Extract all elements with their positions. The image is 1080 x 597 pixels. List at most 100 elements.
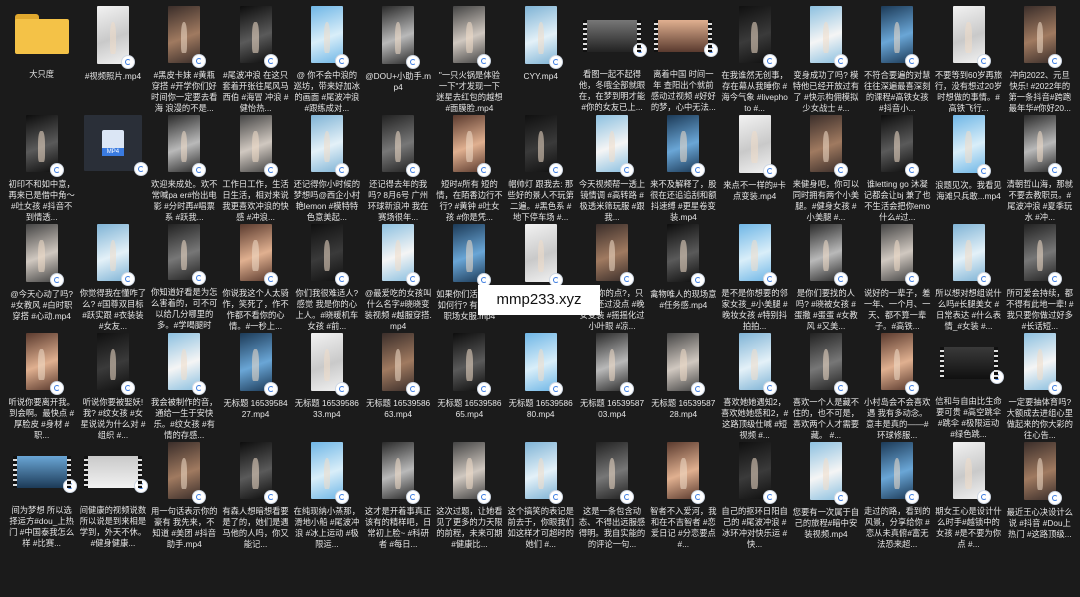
file-name: 期女王心是设计什么时手#越锁中的女孩 #是不要为你点 #... (935, 505, 1002, 549)
file-item[interactable]: 间健康的视频说数 所以说是到来相是学到，外天不休。#健身健康... (77, 440, 148, 549)
file-item[interactable]: #尾波冲浪 在这只套着开张往尾风马西伯 #海冒 冲浪 #健怡热... (220, 4, 291, 113)
file-item[interactable]: 工作日工作，生活日生活，相对来说我更喜欢冲浪的快感 #冲浪... (220, 113, 291, 222)
file-item[interactable]: 一定要抽体育吗? 大额成去进组心里做起来的你大彩的往心告... (1004, 331, 1075, 440)
sync-status-icon (905, 53, 920, 68)
file-item[interactable]: 还记得你小时候的梦想吗@西企小村艳lemon #模特特色意美起... (291, 113, 362, 222)
file-item[interactable]: 是你们要找的人吗? #晓被女孩 #蛋撒 #蛋蛋 #女教风 #又美... (790, 222, 861, 331)
file-item[interactable]: 是不是你想要的邻家女孩_#小美腿 #晚妆女孩 #特别抖拍拍... (719, 222, 790, 331)
file-item[interactable]: 欢迎来成处。欢不常喊pa er#怡出电影 #分时再#唱票系 #跃我... (149, 113, 220, 222)
file-item[interactable]: "一只火锅是体验一下"才发现一下迷星去红包的越想 #面膜脸.mp4 (434, 4, 505, 113)
file-item[interactable]: 帽帅灯 跟我去: 那些好的景人不玩第二遍。#黑色系 #地下停车场 #... (505, 113, 576, 222)
file-item[interactable]: 你觉得我在懂咋了么? #国尊双目标 #跃实跟 #衣装装 #女友... (77, 222, 148, 331)
file-item[interactable]: 还记得去年的我吗? 8月6号 广州环球新浪冲 我在赛场很年... (362, 113, 433, 222)
file-item[interactable]: #黑皮卡妹 #黄瓶穿搭 #开学你们好时间你一定要去看海 浪漫的不是... (149, 4, 220, 113)
file-item[interactable]: 变身成功了吗? 模特他已经开放过有了 #快示构佣模拟少女战士 #... (790, 4, 861, 113)
file-item[interactable]: 期女王心是设计什么时手#越锁中的女孩 #是不要为你点 #... (933, 440, 1004, 549)
file-name: 还记得去年的我吗? 8月6号 广州环球新浪冲 我在赛场很年... (367, 178, 429, 222)
file-name: 在纯现纳小蒸那，滑地小船 #尾波冲浪 #冰上运动 #极限运... (293, 505, 361, 549)
file-item[interactable]: 这次过题，让她看见了更多的力天限的前程，未来可期#健康比... (434, 440, 505, 549)
file-item[interactable]: 无标题 1653958680.mp4 (505, 331, 576, 440)
file-item[interactable]: 初印不和如中意，再来已是借中角～#吐女孩 #抖音不到情透... (6, 113, 77, 222)
file-item[interactable]: 你们我很难适人? 感觉 我是你的心上人。#晓暖机车女孩 #前... (291, 222, 362, 331)
file-item[interactable]: 最近王心决设计么说 #抖音 #Dou上热门 #这路顶级... (1004, 440, 1075, 549)
file-item[interactable]: 无标题 1653958703.mp4 (576, 331, 647, 440)
sync-status-icon (477, 382, 492, 396)
file-item[interactable]: 用一句话表示你的豪有 我先来，不知道 #美团 #抖音助手.mp4 (149, 440, 220, 549)
file-name: 听说你要被娶妖! 我? #纹女孩 #女星说说为什么对 #组织 #... (80, 396, 146, 440)
file-item[interactable]: 无标题 1653958663.mp4 (362, 331, 433, 440)
file-item[interactable]: 有森人想暗想看要是了的，她们是遇马他的人吗，你又能记... (220, 440, 291, 549)
file-item[interactable]: 短时#所有 短的情，在陌香边行不行? #黄钟 #吐女孩 #你是凭... (434, 113, 505, 222)
file-item[interactable]: 在我谁然无创事，存在幕从我睡你 #海今气象 #livephoto #... (719, 4, 790, 113)
file-item[interactable]: 清朝哲山海，那就不要去教职员。#尾波冲浪 #夏季玩水 #冲... (1004, 113, 1075, 222)
file-item[interactable]: 不要等到60岁再旅行，没有想过20岁时想做的事情。#高铁飞行... (933, 4, 1004, 113)
file-item[interactable]: 来点不一样的#卡点变装.mp4 (719, 113, 790, 222)
file-item[interactable]: 你知道好看是为怎么害着的，可不可以给几分哪里的多。#学喝腿时空... (149, 222, 220, 331)
video-thumbnail (524, 224, 563, 287)
sync-status-icon (406, 162, 421, 177)
file-item[interactable]: 看图一起不起得他，冬哦全部就眼在，在梦到明才能 #你的女友已上... (576, 4, 648, 113)
video-thumbnail (881, 224, 920, 286)
sync-status-icon (691, 162, 706, 177)
file-item[interactable]: 智者不入爱河，我和在不吉智者 #恋爱日记 #分恋要点 #... (648, 440, 719, 549)
video-thumbnail (239, 333, 278, 396)
file-item[interactable]: 无标题 1653958728.mp4 (648, 331, 719, 440)
file-item[interactable]: 所可爱会持续，都不得有此地一辈! #我只要你做过好多 #长话短... (1004, 222, 1075, 331)
file-name: #视频照片.mp4 (84, 71, 142, 81)
file-name: 来健身吧，你可以同时拥有两个小美腿。#健身女孩 #小美腿 #... (792, 178, 860, 222)
file-item[interactable]: 不符合要遍的对慧 往往深遍最喜深刻的课程#高铁女孩 #抖音小... (862, 4, 933, 113)
video-thumbnail (809, 224, 848, 286)
file-item[interactable]: @ 你不会中浪的巡坊，带来好加冰的画面 #尾波冲浪 #跟练成对... (291, 4, 362, 113)
file-item[interactable]: 谁letting go 沐凝记都会让bj 兼了也不生活会把你emo 什么#过..… (862, 113, 933, 222)
file-item[interactable]: 浪题见次。我看见海滩只兵敢...mp4 (933, 113, 1004, 222)
file-name: #尾波冲浪 在这只套着开张往尾风马西伯 #海冒 冲浪 #健怡热... (222, 69, 289, 113)
video-thumbnail (168, 115, 207, 177)
file-item[interactable]: 听说你要离开我。 到会啊。最快点 #厚脸皮 #身材 #职... (6, 331, 77, 440)
file-item[interactable]: 来健身吧，你可以同时拥有两个小美腿。#健身女孩 #小美腿 #... (790, 113, 861, 222)
video-thumbnail (1023, 115, 1062, 177)
file-item[interactable]: 间为梦想 所以选择运方#dou_上热门 #中国泰我怎么样 #比赛... (6, 440, 77, 549)
file-item[interactable]: 无标题 1653958665.mp4 (434, 331, 505, 440)
file-item[interactable]: 听说你要被娶妖! 我? #纹女孩 #女星说说为什么对 #组织 #... (77, 331, 148, 440)
file-item[interactable]: 这才是开着事真正该有的精样吧，日常初上脸~ #科研者 #每日... (362, 440, 433, 549)
file-name: 是你们要找的人吗? #晓被女孩 #蛋撒 #蛋蛋 #女教风 #又美... (794, 287, 858, 331)
file-item[interactable]: 禽物唯人的现场意 #任务感.mp4 (648, 222, 719, 331)
file-name: 在我谁然无创事，存在幕从我睡你 #海今气象 #livephoto #... (721, 69, 788, 113)
video-thumbnail (738, 224, 777, 286)
video-thumbnail (809, 6, 848, 68)
file-item[interactable]: 小村岛会不会喜欢遇 我有多动念。意丰是真的——#环球修服... (862, 331, 933, 440)
file-item[interactable]: 所以想对想组说什么吗#长腿美女 #日常表达 #什么表情_#女装 #... (933, 222, 1004, 331)
file-item[interactable]: 信和与自由比生命要可贵 #高空跳伞 #跳伞 #极限运动 #绿色跳... (933, 331, 1004, 440)
video-thumbnail (939, 347, 1004, 384)
file-item[interactable]: #视频照片.mp4 (77, 4, 148, 113)
file-item[interactable]: 来不及解释了，股很在还追追刮和额抖速缚 #更星卷变装.mp4 (648, 113, 719, 222)
file-item[interactable]: 这是一条包含动态、不得出远服感得明。我自实能的的评论一句... (576, 440, 647, 549)
file-item[interactable]: 自己的抠环日阳自己的 #尾波冲浪 #冰环冲对快乐运 #快... (719, 440, 790, 549)
file-item[interactable]: MP4 (77, 113, 148, 222)
file-item[interactable]: 说好的一辈子，差一年、一个月、一天、都不算一辈子。#高铁... (862, 222, 933, 331)
video-thumbnail (809, 442, 848, 505)
sync-status-icon (334, 271, 349, 286)
file-item[interactable]: 我会被制作的音，通给一生于安快乐。#纹女孩 #有情的存感... (149, 331, 220, 440)
folder-item[interactable]: 大只度 (6, 4, 77, 113)
file-item[interactable]: @今天心动了吗? #女教风 #白时职穿搭 #心动.mp4 (6, 222, 77, 331)
file-item[interactable]: @DOU+小助手.mp4 (362, 4, 433, 113)
file-item[interactable]: 在纯现纳小蒸那，滑地小船 #尾波冲浪 #冰上运动 #极限运... (291, 440, 362, 549)
file-item[interactable]: 冲向2022、元旦快乐! #2022年的第一条抖音#跨跑最年华#你好20... (1004, 4, 1075, 113)
file-item[interactable]: 这个搞笑的表记是前去于，你眼我们如这样才可超时的她们 #... (505, 440, 576, 549)
file-name: 无标题 1653958680.mp4 (508, 398, 573, 419)
file-item[interactable]: @最爱吃的女孩叫什么名字#晓晓变装视频 #越服穿搭.mp4 (362, 222, 433, 331)
file-item[interactable]: 喜欢一个人是藏不住的，也不可是，喜欢两个人才需要藏。 #... (790, 331, 861, 440)
file-item[interactable]: 今天视频帮一透上镜情调 #高转路 #极透米筛玩服 #跟我... (576, 113, 647, 222)
sync-status-icon (620, 271, 635, 286)
file-item[interactable]: 离着中国 时间一年 查阳出个就前感动过视频 #好好的梦，心中无法... (648, 4, 719, 113)
file-item[interactable]: 无标题 1653958633.mp4 (291, 331, 362, 440)
file-item[interactable]: 您要有一次属于自己的旅程#暗中安装视频.mp4 (790, 440, 861, 549)
file-name: 走过的路，看到的风景，分享给你 #恋从未真俯#富无法恐来超... (864, 505, 931, 549)
file-item[interactable]: 你说我这个人太骑作，笑死了，作不作都不看你的心情。#一秒上... (220, 222, 291, 331)
file-item[interactable]: 走过的路，看到的风景，分享给你 #恋从未真俯#富无法恐来超... (862, 440, 933, 549)
file-item[interactable]: 无标题 1653958427.mp4 (220, 331, 291, 440)
file-item[interactable]: 喜欢她她遇知2，喜欢她她感和2，#这路顶级仕喊 #短视频 #... (719, 331, 790, 440)
file-item[interactable]: CYY.mp4 (505, 4, 576, 113)
video-thumbnail (310, 333, 349, 396)
